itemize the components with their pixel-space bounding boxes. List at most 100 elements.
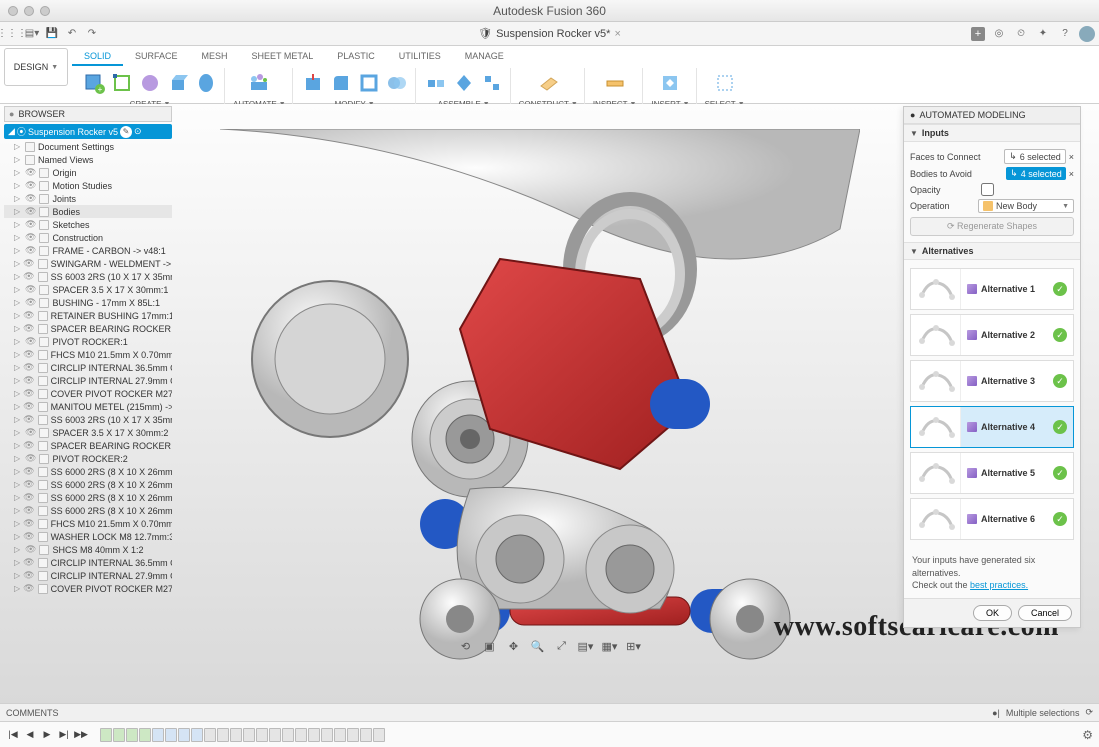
expand-icon[interactable]: ▷ [14,467,20,476]
browser-component[interactable]: ▷👁SWINGARM - WELDMENT -> v3... [4,257,172,270]
browser-component[interactable]: ▷👁SS 6000 2RS (8 X 10 X 26mm):4 [4,478,172,491]
expand-icon[interactable]: ▷ [14,246,22,255]
alternative-card[interactable]: Alternative 3✓ [910,360,1074,402]
browser-component[interactable]: ▷👁SS 6000 2RS (8 X 10 X 26mm):5 [4,491,172,504]
timeline-step[interactable] [100,728,112,742]
browser-component[interactable]: ▷👁PIVOT ROCKER:1 [4,335,172,348]
visibility-icon[interactable]: 👁 [25,219,36,230]
alternative-card[interactable]: Alternative 5✓ [910,452,1074,494]
expand-icon[interactable]: ▷ [14,506,20,515]
expand-icon[interactable]: ▷ [14,194,22,203]
clear-bodies-icon[interactable]: × [1069,169,1074,179]
viewport-icon[interactable]: ⊞▾ [625,637,643,655]
user-avatar[interactable] [1079,26,1095,42]
visibility-icon[interactable]: 👁 [23,349,34,360]
automate-icon[interactable] [247,71,271,95]
tab-solid[interactable]: SOLID [72,48,123,66]
select-icon[interactable] [713,71,737,95]
timeline-step[interactable] [295,728,307,742]
browser-folder[interactable]: ▷👁Motion Studies [4,179,172,192]
expand-icon[interactable]: ▷ [14,519,20,528]
model-canvas[interactable] [180,134,899,683]
comments-toggle-icon[interactable]: ●| [992,708,1000,718]
timeline-step[interactable] [191,728,203,742]
visibility-icon[interactable]: 👁 [25,180,36,191]
plane-icon[interactable] [536,71,560,95]
extensions-icon[interactable]: ◎ [991,26,1007,42]
measure-icon[interactable] [603,71,627,95]
visibility-icon[interactable]: 👁 [23,388,34,399]
expand-icon[interactable]: ▷ [14,311,20,320]
fillet-icon[interactable] [329,71,353,95]
timeline-step[interactable] [334,728,346,742]
shell-icon[interactable] [357,71,381,95]
visibility-icon[interactable]: 👁 [23,583,34,594]
timeline-step[interactable] [152,728,164,742]
bodies-selection-chip[interactable]: ↳ 4 selected [1006,167,1066,180]
expand-icon[interactable]: ◢ [8,126,15,137]
browser-folder[interactable]: ▷Named Views [4,153,172,166]
timeline-step[interactable] [282,728,294,742]
fit-icon[interactable]: ⤢ [553,637,571,655]
look-at-icon[interactable]: ▣ [481,637,499,655]
expand-icon[interactable]: ▷ [14,155,22,164]
visibility-icon[interactable]: 👁 [23,557,34,568]
collapse-alts-icon[interactable]: ▼ [910,247,918,256]
browser-header[interactable]: ● BROWSER [4,106,172,122]
timeline-end-icon[interactable]: ▶▶ [74,728,88,742]
expand-icon[interactable]: ▷ [14,350,20,359]
alternative-card[interactable]: Alternative 2✓ [910,314,1074,356]
zoom-icon[interactable]: 🔍 [529,637,547,655]
expand-icon[interactable]: ▷ [14,415,20,424]
expand-icon[interactable]: ▷ [14,558,20,567]
timeline-forward-icon[interactable]: ▶| [57,728,71,742]
browser-component[interactable]: ▷👁WASHER LOCK M8 12.7mm:3 [4,530,172,543]
activate-pencil-icon[interactable]: ✎ [120,126,132,138]
visibility-icon[interactable]: 👁 [25,336,36,347]
expand-icon[interactable]: ▷ [14,441,20,450]
insert-icon[interactable] [658,71,682,95]
browser-component[interactable]: ▷👁SS 6003 2RS (10 X 17 X 35mm):2 [4,413,172,426]
close-tab-icon[interactable]: × [614,28,620,40]
tab-mesh[interactable]: MESH [190,48,240,66]
timeline-start-icon[interactable]: |◀ [6,728,20,742]
browser-component[interactable]: ▷👁BUSHING - 17mm X 85L:1 [4,296,172,309]
opacity-checkbox[interactable] [981,183,994,196]
visibility-icon[interactable]: 👁 [23,518,34,529]
browser-root[interactable]: ◢ ⦿ Suspension Rocker v5 ✎ ⊙ [4,124,172,139]
visibility-icon[interactable]: 👁 [23,479,34,490]
visibility-icon[interactable]: 👁 [23,440,34,451]
expand-icon[interactable]: ▷ [14,233,22,242]
expand-icon[interactable]: ▷ [14,298,22,307]
browser-component[interactable]: ▷👁PIVOT ROCKER:2 [4,452,172,465]
tab-manage[interactable]: MANAGE [453,48,516,66]
visibility-icon[interactable]: 👁 [23,401,34,412]
visibility-icon[interactable]: 👁 [23,323,34,334]
visibility-icon[interactable]: 👁 [25,167,36,178]
expand-icon[interactable]: ▷ [14,454,22,463]
sketch-icon[interactable] [110,71,134,95]
visibility-icon[interactable]: 👁 [25,193,36,204]
visibility-icon[interactable]: 👁 [23,492,34,503]
timeline-step[interactable] [178,728,190,742]
expand-icon[interactable]: ▷ [14,480,20,489]
visibility-icon[interactable]: 👁 [23,362,34,373]
expand-icon[interactable]: ▷ [14,402,20,411]
orbit-icon[interactable]: ⟲ [457,637,475,655]
browser-component[interactable]: ▷👁MANITOU METEL (215mm) -> ... [4,400,172,413]
operation-select[interactable]: New Body ▼ [978,199,1074,213]
expand-icon[interactable]: ▷ [14,493,20,502]
press-pull-icon[interactable] [301,71,325,95]
visibility-icon[interactable]: 👁 [25,544,36,555]
zoom-window-icon[interactable] [40,6,50,16]
alternative-card[interactable]: Alternative 4✓ [910,406,1074,448]
visibility-icon[interactable]: 👁 [25,206,36,217]
best-practices-link[interactable]: best practices. [970,580,1028,590]
expand-icon[interactable]: ▷ [14,181,22,190]
expand-icon[interactable]: ▷ [14,220,22,229]
visibility-icon[interactable]: 👁 [25,297,36,308]
minimize-window-icon[interactable] [24,6,34,16]
visibility-icon[interactable]: 👁 [25,245,36,256]
expand-icon[interactable]: ▷ [14,207,22,216]
panel-header[interactable]: ● AUTOMATED MODELING [904,107,1080,124]
